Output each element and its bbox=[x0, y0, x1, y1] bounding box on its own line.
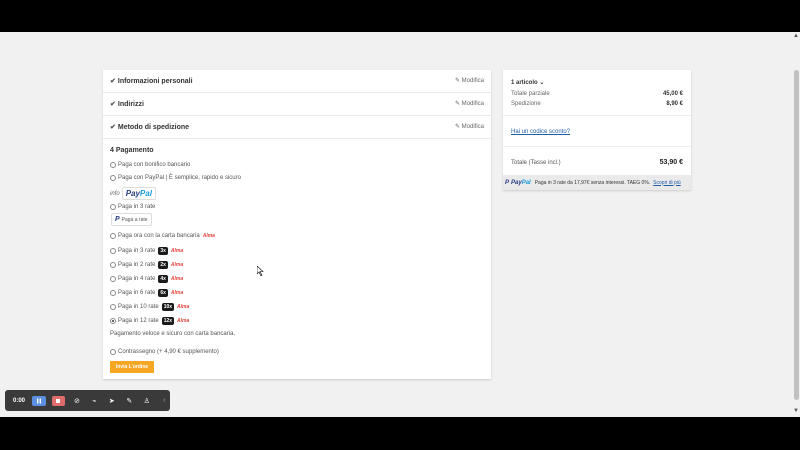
alma-logo: Alma bbox=[170, 290, 184, 296]
divider bbox=[503, 146, 691, 147]
cart-items-toggle[interactable]: 1 articolo ⌄ bbox=[511, 79, 544, 86]
checkout-panel: ✔ Informazioni personali ✎ Modifica ✔ Indi… bbox=[103, 70, 491, 379]
section-title: Indirizzi bbox=[117, 101, 144, 108]
paypal-icon: P bbox=[505, 179, 510, 186]
payment-note: Pagamento veloce e sicuro con carta banc… bbox=[110, 331, 236, 337]
highlighter-icon[interactable]: ♙ bbox=[141, 396, 152, 406]
payment-title: 4 Pagamento bbox=[110, 147, 154, 154]
alma-logo: Alma bbox=[202, 233, 215, 239]
section-title: Informazioni personali bbox=[117, 78, 193, 85]
payment-option-alma-3x[interactable]: Paga in 3 rate 3x Alma bbox=[110, 247, 183, 255]
payment-option-paypal[interactable]: Paga con PayPal | È semplice, rapido e s… bbox=[110, 175, 241, 181]
payment-option-alma-2x[interactable]: Paga in 2 rate 2x Alma bbox=[110, 261, 183, 269]
radio-button[interactable] bbox=[110, 349, 116, 355]
radio-button[interactable] bbox=[110, 290, 116, 296]
radio-button[interactable] bbox=[110, 162, 116, 168]
radio-button[interactable] bbox=[110, 175, 116, 181]
radio-button[interactable] bbox=[110, 304, 116, 310]
recording-timer: 0:00 bbox=[13, 397, 26, 404]
total-row: Totale (Tasse incl.) 53,90 € bbox=[511, 159, 683, 166]
order-summary: 1 articolo ⌄ Totale parziale 45,00 € Sped… bbox=[503, 70, 691, 190]
stop-button[interactable] bbox=[51, 395, 66, 406]
radio-button[interactable] bbox=[110, 204, 116, 210]
screen-recorder-toolbar: 0:00 ⊘ ⌁ ➤ ✎ ♙ ‹ bbox=[5, 390, 170, 411]
alma-logo: Alma bbox=[177, 304, 190, 310]
scrollbar-thumb[interactable] bbox=[794, 70, 799, 400]
payment-option-alma-4x[interactable]: Paga in 4 rate 4x Alma bbox=[110, 275, 183, 283]
edit-link[interactable]: ✎ Modifica bbox=[455, 123, 484, 130]
radio-button-selected[interactable] bbox=[110, 318, 116, 324]
divider bbox=[503, 115, 691, 116]
section-shipping-method[interactable]: ✔ Metodo di spedizione ✎ Modifica bbox=[103, 116, 491, 139]
collapse-chevron-icon[interactable]: ‹ bbox=[159, 396, 170, 406]
pen-icon[interactable]: ✎ bbox=[124, 396, 135, 406]
stop-icon bbox=[56, 398, 61, 403]
check-icon: ✔ bbox=[110, 101, 116, 108]
paypal-logo[interactable]: PayPal bbox=[121, 187, 156, 200]
shipping-row: Spedizione 8,90 € bbox=[511, 101, 683, 107]
alma-logo: Alma bbox=[170, 262, 184, 268]
payment-option-card-now[interactable]: Paga ora con la carta bancaria Alma bbox=[110, 233, 215, 239]
radio-button[interactable] bbox=[110, 276, 116, 282]
payment-option-cash-on-delivery[interactable]: Contrassegno (+ 4,90 € supplemento) bbox=[110, 349, 219, 355]
paypal-rate-button[interactable]: P Paga a rate bbox=[111, 213, 152, 226]
pause-button[interactable] bbox=[32, 395, 46, 406]
page-viewport: ✔ Informazioni personali ✎ Modifica ✔ Indi… bbox=[0, 32, 800, 417]
radio-button[interactable] bbox=[110, 262, 116, 268]
subtotal-row: Totale parziale 45,00 € bbox=[511, 91, 683, 97]
check-icon: ✔ bbox=[110, 124, 116, 131]
paypal-icon: P bbox=[115, 216, 120, 223]
scroll-down-icon[interactable]: ▼ bbox=[793, 408, 799, 414]
paypal-installment-banner: P Pay Pal Paga in 3 rate da 17,97€ senza i… bbox=[503, 175, 691, 190]
edit-link[interactable]: ✎ Modifica bbox=[455, 100, 484, 107]
payment-option-alma-12x[interactable]: Paga in 12 rate 12x Alma bbox=[110, 317, 189, 325]
alma-logo: Alma bbox=[170, 276, 184, 282]
paypal-info: info PayPal bbox=[110, 187, 156, 200]
place-order-button[interactable]: Invia L'ordine bbox=[110, 361, 154, 373]
radio-button[interactable] bbox=[110, 233, 116, 239]
pointer-icon[interactable]: ➤ bbox=[106, 396, 117, 406]
installment-badge: 3x bbox=[158, 247, 168, 255]
mic-off-icon[interactable]: ⌁ bbox=[89, 396, 100, 406]
installment-badge: 6x bbox=[158, 289, 168, 297]
camera-off-icon[interactable]: ⊘ bbox=[71, 396, 82, 406]
installment-badge: 2x bbox=[158, 261, 168, 269]
check-icon: ✔ bbox=[110, 78, 116, 85]
installment-badge: 4x bbox=[158, 275, 168, 283]
payment-option-alma-10x[interactable]: Paga in 10 rate 10x Alma bbox=[110, 303, 189, 311]
payment-option-paypal-3-rate[interactable]: Paga in 3 rate bbox=[110, 204, 155, 210]
section-personal-info[interactable]: ✔ Informazioni personali ✎ Modifica bbox=[103, 70, 491, 93]
payment-option-alma-6x[interactable]: Paga in 6 rate 6x Alma bbox=[110, 289, 183, 297]
alma-logo: Alma bbox=[170, 248, 184, 254]
section-addresses[interactable]: ✔ Indirizzi ✎ Modifica bbox=[103, 93, 491, 116]
alma-logo: Alma bbox=[177, 318, 190, 324]
learn-more-link[interactable]: Scopri di più bbox=[653, 180, 681, 186]
mouse-cursor-icon bbox=[257, 266, 264, 276]
installment-badge: 10x bbox=[161, 303, 175, 311]
chevron-down-icon: ⌄ bbox=[539, 80, 545, 86]
radio-button[interactable] bbox=[110, 248, 116, 254]
section-title: Metodo di spedizione bbox=[117, 124, 190, 131]
installment-badge: 12x bbox=[161, 317, 175, 325]
payment-option-bank-transfer[interactable]: Paga con bonifico bancario bbox=[110, 162, 190, 168]
edit-link[interactable]: ✎ Modifica bbox=[455, 77, 484, 84]
pause-icon bbox=[37, 398, 42, 403]
scroll-up-icon[interactable]: ▲ bbox=[793, 33, 799, 39]
discount-code-link[interactable]: Hai un codice sconto? bbox=[511, 129, 570, 135]
